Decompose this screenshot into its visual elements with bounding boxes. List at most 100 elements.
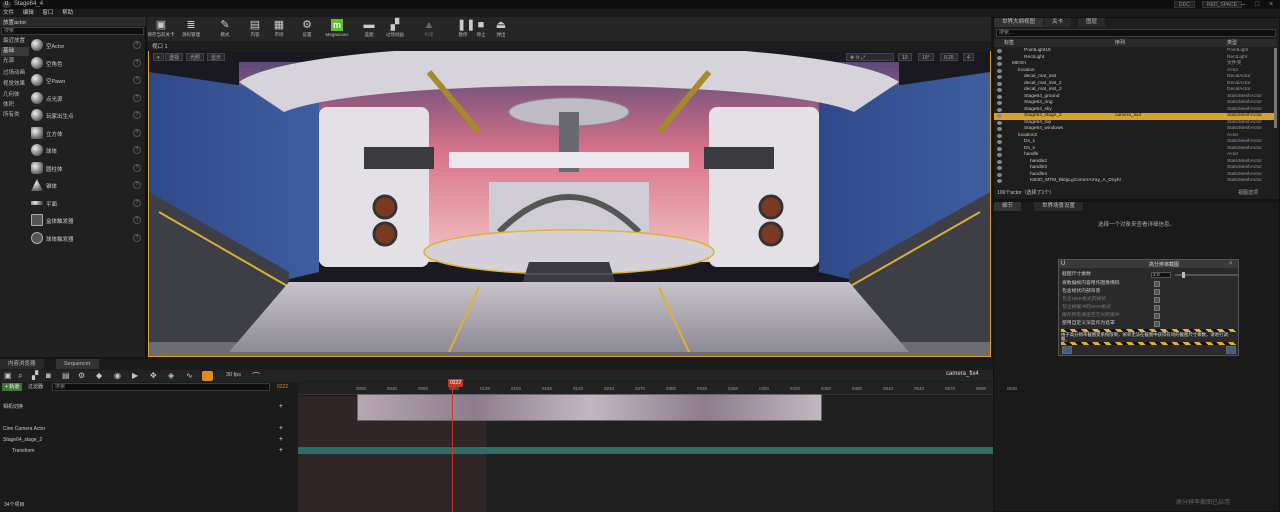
visibility-eye-icon[interactable] xyxy=(997,159,1002,164)
visibility-eye-icon[interactable] xyxy=(997,107,1002,112)
help-icon[interactable]: ? xyxy=(133,146,141,154)
multiplier-input[interactable]: 2.0 xyxy=(1151,272,1171,278)
column-sequence[interactable]: 序列 xyxy=(1115,39,1125,47)
place-item-plane[interactable]: 平面? xyxy=(30,195,144,212)
add-icon[interactable]: + xyxy=(279,424,283,434)
camera-icon[interactable]: ◙ xyxy=(46,371,51,380)
camera-speed-value[interactable]: 4 xyxy=(963,53,974,61)
place-item-cone[interactable]: 锥体? xyxy=(30,177,144,194)
track-transform[interactable]: Transform + xyxy=(0,446,297,456)
curve-icon[interactable]: ∿ xyxy=(186,371,193,380)
snap-icon[interactable]: ✥ xyxy=(150,371,157,380)
visibility-eye-icon[interactable] xyxy=(997,140,1002,144)
menu-edit[interactable]: 编辑 xyxy=(23,9,34,17)
help-icon[interactable]: ? xyxy=(133,234,141,242)
visibility-eye-icon[interactable] xyxy=(997,179,1002,183)
visibility-eye-icon[interactable] xyxy=(997,81,1002,86)
show-button[interactable]: 显示 xyxy=(207,53,226,61)
help-icon[interactable]: ? xyxy=(133,59,141,67)
track-cine-camera[interactable]: Cine Camera Actor + xyxy=(0,424,297,434)
play-icon[interactable]: ▶ xyxy=(132,371,138,380)
modes-button[interactable]: ✎ 模式 xyxy=(211,18,239,40)
transform-keyframes-track[interactable] xyxy=(298,447,993,454)
level-viewport[interactable] xyxy=(148,41,991,357)
view-options-button[interactable]: 视图选项 xyxy=(1238,189,1258,196)
rotation-snap-value[interactable]: 10° xyxy=(918,53,934,61)
place-item-empty-character[interactable]: 空角色? xyxy=(30,55,144,72)
source-control-button[interactable]: ≣ 源码管理 xyxy=(177,18,205,40)
option-checkbox[interactable] xyxy=(1154,305,1160,311)
track-search[interactable]: 搜索 xyxy=(52,383,270,391)
menu-file[interactable]: 文件 xyxy=(3,9,14,17)
category-all-classes[interactable]: 所有类 xyxy=(1,111,29,120)
category-recent[interactable]: 最近放置 xyxy=(1,37,29,46)
grid-snap-value[interactable]: 10 xyxy=(898,53,912,61)
megascans-button[interactable]: m Megascans xyxy=(323,18,351,40)
place-item-box-trigger[interactable]: 盒体触发器? xyxy=(30,212,144,229)
visibility-eye-icon[interactable] xyxy=(997,120,1002,125)
fps-dropdown[interactable]: 30 fps xyxy=(226,372,241,378)
place-item-cube[interactable]: 立方体? xyxy=(30,125,144,142)
visibility-eye-icon[interactable] xyxy=(997,127,1002,131)
eject-button[interactable]: ⏏ 弹出 xyxy=(487,18,515,40)
help-icon[interactable]: ? xyxy=(133,76,141,84)
camera-cut-section[interactable] xyxy=(357,394,822,421)
maximize-icon[interactable]: □ xyxy=(1250,0,1264,9)
menu-help[interactable]: 帮助 xyxy=(62,9,73,17)
track-stage64[interactable]: Stage64_stage_2 + xyxy=(0,435,297,445)
place-item-empty-pawn[interactable]: 空Pawn? xyxy=(30,72,144,89)
viewport-tab[interactable]: 视口 1 xyxy=(152,42,168,50)
dialog-close-icon[interactable]: × xyxy=(1229,260,1233,268)
place-actors-search[interactable]: 搜索 xyxy=(1,27,144,35)
help-icon[interactable]: ? xyxy=(133,41,141,49)
transform-tools[interactable]: ✥ ⟳ ⤢ xyxy=(846,53,894,61)
playhead-line[interactable] xyxy=(452,385,453,512)
place-item-sphere-trigger[interactable]: 球体触发器? xyxy=(30,230,144,247)
place-item-empty-actor[interactable]: 空Actor? xyxy=(30,37,144,54)
search-icon[interactable]: ⌕ xyxy=(18,371,22,381)
category-geometry[interactable]: 几何体 xyxy=(1,91,29,100)
capture-region-button[interactable] xyxy=(1062,346,1072,354)
visibility-eye-icon[interactable] xyxy=(997,49,1002,53)
film-icon[interactable]: ▞ xyxy=(32,371,38,380)
option-checkbox[interactable] xyxy=(1154,297,1160,303)
viewport-menu-icon[interactable]: ▾ xyxy=(153,53,164,61)
add-icon[interactable]: + xyxy=(279,402,283,412)
tab-layers[interactable]: 图层 xyxy=(1078,18,1106,27)
help-icon[interactable]: ? xyxy=(133,111,141,119)
save-current-level-button[interactable]: ▣ 保存当前关卡 xyxy=(147,18,175,40)
outliner-row[interactable]: KB3D_MTM_BldgLgCornerArray_A_Dnyhl Static… xyxy=(994,178,1277,185)
tab-world-outliner[interactable]: 世界大纲视图 xyxy=(994,18,1044,27)
help-icon[interactable]: ? xyxy=(133,199,141,207)
outliner-search[interactable]: 搜索... xyxy=(996,29,1276,37)
marketplace-button[interactable]: ▦ 市场 xyxy=(265,18,293,40)
scale-snap-value[interactable]: 0.25 xyxy=(940,53,958,61)
visibility-eye-icon[interactable] xyxy=(997,55,1002,60)
ddc-tag[interactable]: DDC xyxy=(1174,1,1195,8)
add-icon[interactable]: + xyxy=(279,446,283,456)
option-checkbox[interactable] xyxy=(1154,281,1160,287)
help-icon[interactable]: ? xyxy=(133,164,141,172)
visibility-eye-icon[interactable] xyxy=(997,172,1002,177)
place-item-player-start[interactable]: 玩家出生点? xyxy=(30,107,144,124)
place-item-cylinder[interactable]: 圆柱体? xyxy=(30,160,144,177)
place-item-point-light[interactable]: 点光源? xyxy=(30,90,144,107)
category-visual-effects[interactable]: 视觉效果 xyxy=(1,80,29,89)
help-icon[interactable]: ? xyxy=(133,216,141,224)
add-icon[interactable]: + xyxy=(279,435,283,445)
playhead-label[interactable]: 0222 xyxy=(448,379,464,387)
close-icon[interactable]: × xyxy=(1264,0,1278,9)
cinematics-button[interactable]: ▞ 过场动画 xyxy=(381,18,409,40)
tab-details[interactable]: 细节 xyxy=(994,202,1022,211)
help-icon[interactable]: ? xyxy=(133,181,141,189)
visibility-eye-icon[interactable] xyxy=(997,101,1002,105)
add-track-button[interactable]: + 轨道 xyxy=(2,383,23,391)
render-icon[interactable]: ▤ xyxy=(62,371,70,380)
category-cinematic[interactable]: 过场动画 xyxy=(1,69,29,78)
unreal-logo-icon[interactable]: U xyxy=(2,1,11,8)
tab-world-settings[interactable]: 世界场景设置 xyxy=(1034,202,1084,211)
category-basic[interactable]: 基础 xyxy=(1,47,29,56)
chart-icon[interactable]: ⌒ xyxy=(252,371,260,382)
keyframe-icon[interactable]: ◆ xyxy=(96,371,102,380)
magnet-icon[interactable] xyxy=(202,371,213,381)
